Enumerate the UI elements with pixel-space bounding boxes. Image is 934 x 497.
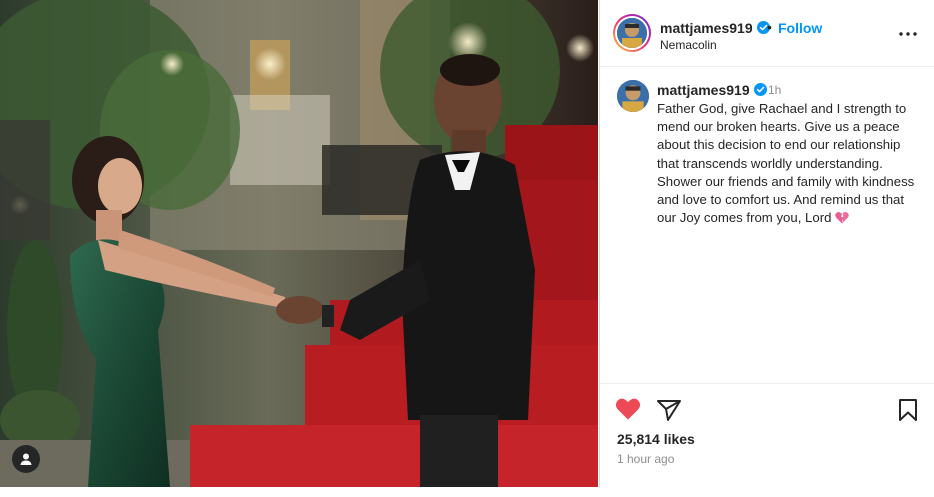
caption-avatar[interactable] bbox=[617, 80, 649, 112]
avatar bbox=[617, 18, 647, 48]
more-options-icon bbox=[899, 32, 917, 36]
caption-username[interactable]: mattjames919 bbox=[657, 82, 767, 98]
post-timestamp: 1 hour ago bbox=[617, 452, 675, 466]
header-separator: • bbox=[767, 19, 772, 35]
header-username-text: mattjames919 bbox=[660, 20, 753, 36]
post-photo[interactable] bbox=[0, 0, 598, 487]
caption-username-text: mattjames919 bbox=[657, 82, 750, 98]
paper-plane-icon bbox=[657, 400, 681, 421]
user-tag-icon bbox=[20, 453, 32, 465]
post-actions: 25,814 likes 1 hour ago bbox=[600, 383, 934, 488]
more-options-button[interactable] bbox=[896, 24, 920, 44]
tagged-users-button[interactable] bbox=[12, 445, 40, 473]
post-header: mattjames919 • Follow Nemacolin bbox=[600, 0, 934, 67]
header-username[interactable]: mattjames919 bbox=[660, 20, 770, 36]
post-photo-illustration bbox=[0, 0, 598, 487]
post-side-panel: mattjames919 • Follow Nemacolin mattjame… bbox=[599, 0, 934, 487]
bookmark-icon bbox=[899, 399, 917, 421]
likes-count[interactable]: 25,814 likes bbox=[617, 431, 695, 447]
share-button[interactable] bbox=[656, 397, 682, 423]
caption-time[interactable]: 1h bbox=[768, 83, 781, 97]
save-button[interactable] bbox=[896, 397, 920, 423]
location-link[interactable]: Nemacolin bbox=[660, 38, 717, 52]
caption-text: Father God, give Rachael and I strength … bbox=[657, 100, 925, 227]
like-button[interactable] bbox=[615, 397, 643, 423]
story-ring-avatar[interactable] bbox=[613, 14, 651, 52]
heart-filled-icon bbox=[615, 398, 641, 420]
broken-heart-icon bbox=[835, 212, 849, 224]
verified-badge-icon bbox=[753, 83, 767, 96]
follow-button[interactable]: Follow bbox=[778, 20, 822, 36]
caption-body: Father God, give Rachael and I strength … bbox=[657, 101, 915, 226]
